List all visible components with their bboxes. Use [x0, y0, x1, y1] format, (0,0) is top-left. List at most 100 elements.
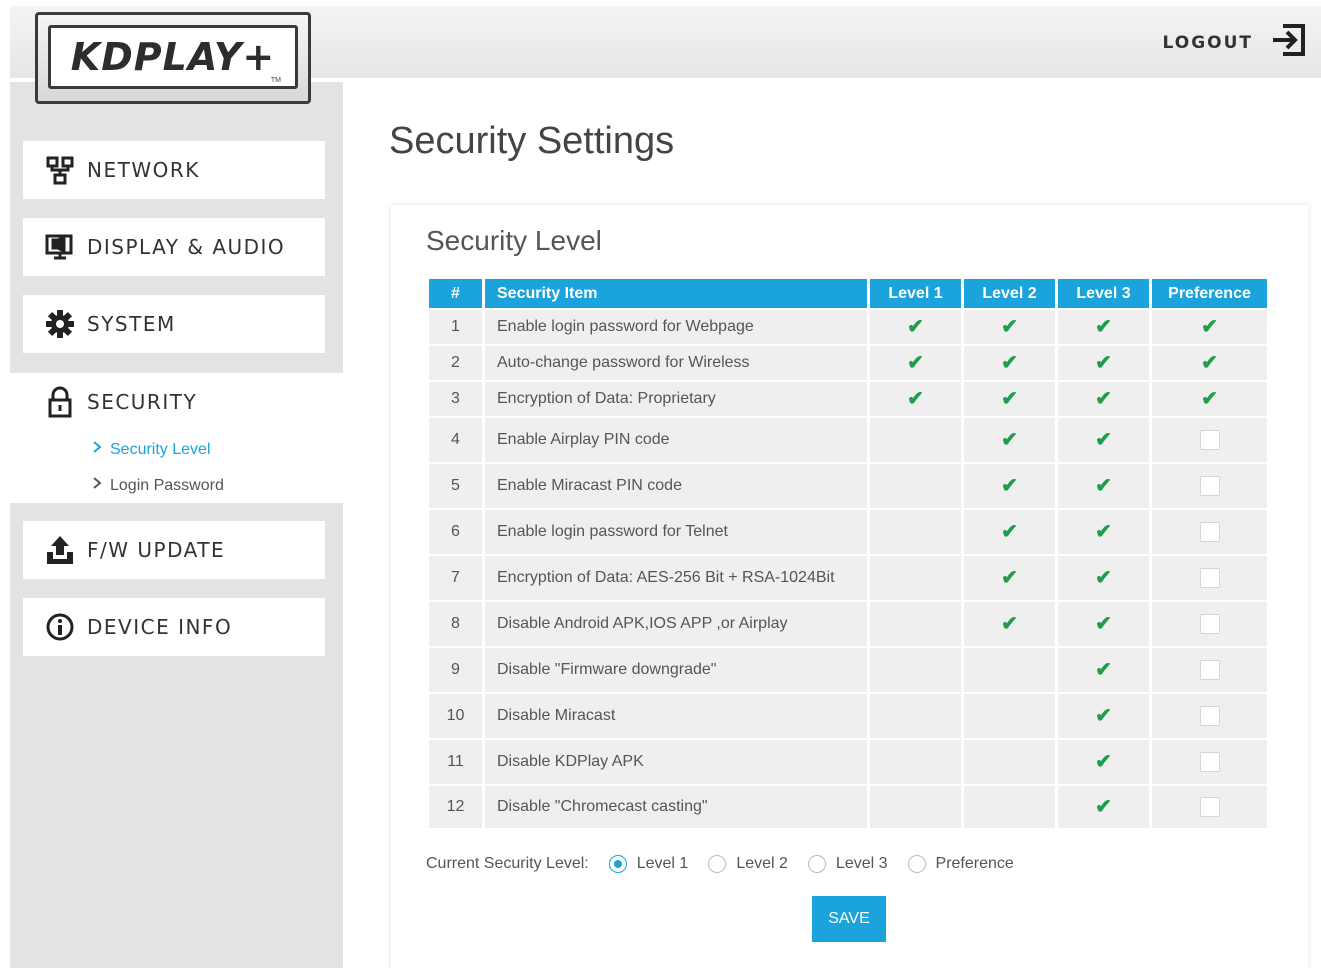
level-1-cell: ✔: [870, 310, 961, 344]
preference-checkbox[interactable]: [1199, 430, 1220, 450]
sidebar-item-device-info[interactable]: DEVICE INFO: [23, 598, 325, 656]
level-1-cell: [870, 510, 961, 554]
radio-level-2[interactable]: Level 2: [708, 855, 788, 873]
row-security-item: Encryption of Data: AES-256 Bit + RSA-10…: [485, 556, 867, 600]
table-row: 8 Disable Android APK,IOS APP ,or Airplay…: [429, 602, 1267, 646]
preference-checkbox[interactable]: [1199, 797, 1220, 817]
level-1-cell: [870, 694, 961, 738]
monitor-speaker-icon: [43, 230, 77, 264]
check-icon: ✔: [1095, 474, 1112, 497]
sidebar-item-network[interactable]: NETWORK: [23, 141, 325, 199]
sidebar-item-label: DISPLAY & AUDIO: [87, 235, 286, 259]
preference-cell[interactable]: [1152, 694, 1267, 738]
preference-checkbox[interactable]: [1199, 568, 1220, 588]
row-security-item: Disable Android APK,IOS APP ,or Airplay: [485, 602, 867, 646]
preference-checkbox[interactable]: [1199, 752, 1220, 772]
radio-level-3[interactable]: Level 3: [807, 855, 888, 873]
current-level-label: Current Security Level:: [426, 855, 589, 872]
row-number: 11: [429, 740, 482, 784]
level-2-cell: ✔: [964, 510, 1055, 554]
page-title: Security Settings: [389, 120, 675, 162]
sidebar-item-label: F/W UPDATE: [87, 538, 226, 562]
radio-circle[interactable]: [608, 855, 627, 873]
check-icon: ✔: [1001, 428, 1018, 451]
table-row: 12 Disable "Chromecast casting" ✔: [429, 786, 1267, 828]
table-row: 3 Encryption of Data: Proprietary ✔ ✔ ✔ ✔: [429, 382, 1267, 416]
preference-cell[interactable]: [1152, 556, 1267, 600]
check-icon: ✔: [1001, 474, 1018, 497]
level-2-cell: [964, 740, 1055, 784]
security-table: # Security Item Level 1 Level 2 Level 3 …: [426, 277, 1270, 830]
sidebar-item-display-audio[interactable]: DISPLAY & AUDIO: [23, 218, 325, 276]
check-icon: ✔: [1095, 428, 1112, 451]
save-button[interactable]: SAVE: [812, 896, 886, 942]
table-header-row: # Security Item Level 1 Level 2 Level 3 …: [429, 279, 1267, 308]
table-body: 1 Enable login password for Webpage ✔ ✔ ✔ ✔ 2 A…: [429, 310, 1267, 828]
preference-cell[interactable]: [1152, 602, 1267, 646]
logo-tm: TM: [270, 77, 281, 84]
check-icon: ✔: [1095, 315, 1112, 338]
check-icon: ✔: [1095, 351, 1112, 374]
lock-icon: [43, 385, 77, 419]
radio-label: Level 1: [636, 855, 689, 872]
preference-checkbox[interactable]: [1199, 614, 1220, 634]
radio-circle[interactable]: [907, 855, 926, 873]
check-icon: ✔: [1201, 387, 1218, 410]
preference-checkbox[interactable]: [1199, 476, 1220, 496]
check-icon: ✔: [1001, 612, 1018, 635]
level-3-cell: ✔: [1058, 694, 1149, 738]
sidebar-subitem-security-level[interactable]: Security Level: [92, 440, 211, 459]
radio-label: Preference: [935, 855, 1014, 872]
preference-cell[interactable]: [1152, 786, 1267, 828]
check-icon: ✔: [1095, 704, 1112, 727]
row-security-item: Encryption of Data: Proprietary: [485, 382, 867, 416]
radio-label: Level 2: [736, 855, 788, 872]
sidebar-item-fw-update[interactable]: F/W UPDATE: [23, 521, 325, 579]
preference-cell[interactable]: [1152, 418, 1267, 462]
sidebar-item-system[interactable]: SYSTEM: [23, 295, 325, 353]
network-icon: [43, 153, 77, 187]
check-icon: ✔: [1095, 612, 1112, 635]
level-3-cell: ✔: [1058, 740, 1149, 784]
radio-level-1[interactable]: Level 1: [608, 855, 689, 873]
sidebar-item-label: DEVICE INFO: [87, 615, 233, 639]
table-row: 2 Auto-change password for Wireless ✔ ✔ ✔ ✔: [429, 346, 1267, 380]
level-3-cell: ✔: [1058, 556, 1149, 600]
header-level-1: Level 1: [870, 279, 961, 308]
level-1-cell: [870, 786, 961, 828]
preference-checkbox[interactable]: [1199, 706, 1220, 726]
current-level-row: Current Security Level: Level 1 Level 2 …: [426, 855, 1014, 873]
info-icon: [43, 610, 77, 644]
check-icon: ✔: [1001, 315, 1018, 338]
sidebar-item-security[interactable]: SECURITY: [23, 373, 325, 431]
preference-cell[interactable]: [1152, 648, 1267, 692]
check-icon: ✔: [1001, 387, 1018, 410]
row-number: 6: [429, 510, 482, 554]
preference-cell[interactable]: [1152, 464, 1267, 508]
check-icon: ✔: [907, 387, 924, 410]
radio-preference[interactable]: Preference: [907, 855, 1014, 873]
preference-cell: ✔: [1152, 310, 1267, 344]
preference-checkbox[interactable]: [1199, 522, 1220, 542]
security-section: SECURITY Security Level Login Password: [10, 373, 343, 503]
row-security-item: Enable Airplay PIN code: [485, 418, 867, 462]
level-2-cell: ✔: [964, 346, 1055, 380]
header-security-item: Security Item: [485, 279, 867, 308]
preference-checkbox[interactable]: [1199, 660, 1220, 680]
preference-cell[interactable]: [1152, 740, 1267, 784]
sidebar-subitem-login-password[interactable]: Login Password: [92, 476, 224, 495]
level-1-cell: [870, 602, 961, 646]
logo: KDPLAY+ TM: [35, 12, 311, 104]
level-2-cell: ✔: [964, 602, 1055, 646]
table-row: 1 Enable login password for Webpage ✔ ✔ ✔ ✔: [429, 310, 1267, 344]
radio-circle[interactable]: [708, 855, 727, 873]
check-icon: ✔: [907, 315, 924, 338]
check-icon: ✔: [1095, 750, 1112, 773]
row-number: 7: [429, 556, 482, 600]
radio-circle[interactable]: [807, 855, 826, 873]
logout-button[interactable]: LOGOUT: [1163, 20, 1309, 65]
check-icon: ✔: [1095, 566, 1112, 589]
check-icon: ✔: [1001, 566, 1018, 589]
preference-cell[interactable]: [1152, 510, 1267, 554]
sidebar-item-label: SYSTEM: [87, 312, 176, 336]
